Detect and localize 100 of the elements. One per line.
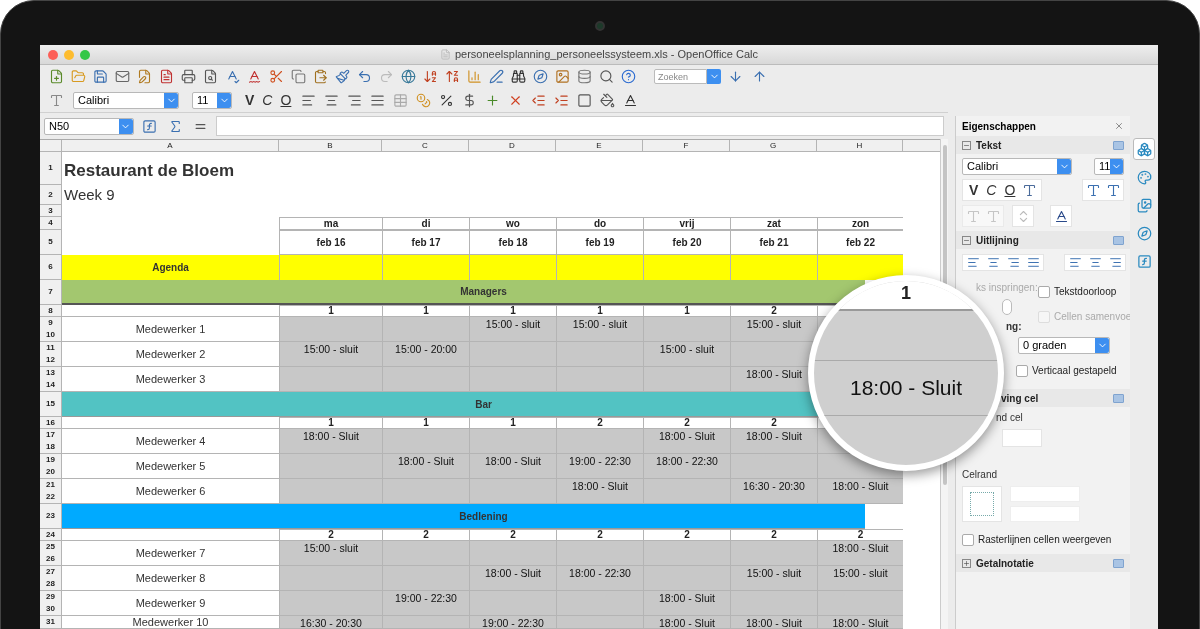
shift-cell: 18:00 - Sluit xyxy=(643,616,730,629)
rotation-select[interactable]: 0 graden xyxy=(1018,337,1110,354)
count-cell: 2 xyxy=(556,529,643,541)
day-cell: wo xyxy=(469,217,556,230)
count-cell: 2 xyxy=(643,529,730,541)
row-number: 26 xyxy=(45,553,56,565)
sidebar-title: Eigenschappen xyxy=(962,119,1037,134)
section-menu-icon[interactable] xyxy=(1113,235,1124,245)
shift-cell: 18:00 - Sluit xyxy=(556,479,643,504)
collapse-icon[interactable] xyxy=(962,235,971,245)
row-number: 1 xyxy=(47,162,54,174)
column-header[interactable]: D xyxy=(469,140,556,151)
row-number: 5 xyxy=(47,236,54,248)
column-header[interactable]: G xyxy=(730,140,817,151)
row-number: 28 xyxy=(45,578,56,590)
section-title: Uitlijning xyxy=(976,233,1020,248)
close-icon[interactable] xyxy=(48,49,58,60)
employee-name: Medewerker 10 xyxy=(62,616,279,629)
row-number: 29 xyxy=(45,591,56,603)
row-number: 31 xyxy=(45,616,56,628)
row-number: 22 xyxy=(45,491,56,503)
row-number: 16 xyxy=(45,417,56,429)
date-cell: feb 16 xyxy=(279,230,382,255)
row-number: 18 xyxy=(45,441,56,453)
shift-cell: 15:00 - sluit xyxy=(817,566,903,591)
column-header[interactable]: F xyxy=(643,140,730,151)
shift-cell: 18:00 - Sluit xyxy=(643,591,730,616)
shift-cell: 15:00 - sluit xyxy=(556,317,643,342)
column-header[interactable]: H xyxy=(817,140,903,151)
count-cell: 1 xyxy=(469,305,556,317)
sidebar-format-button[interactable]: C xyxy=(982,179,1001,201)
shift-cell: 15:00 - sluit xyxy=(469,317,556,342)
search-field[interactable]: Zoeken xyxy=(654,69,707,84)
count-cell: 2 xyxy=(643,417,730,429)
magnified-cell-text: 18:00 - Sluit xyxy=(849,375,963,402)
sheet-subtitle: Week 9 xyxy=(64,184,115,205)
day-cell: do xyxy=(556,217,643,230)
count-cell: 2 xyxy=(817,529,903,541)
checkbox[interactable] xyxy=(962,533,974,546)
row-number: 15 xyxy=(45,398,56,410)
row-number: 25 xyxy=(45,541,56,553)
background-color-select[interactable] xyxy=(1002,429,1042,447)
checkbox[interactable] xyxy=(1038,285,1050,298)
row-number: 8 xyxy=(47,305,54,317)
shift-cell: 15:00 - sluit xyxy=(279,342,382,367)
date-cell: feb 20 xyxy=(643,230,730,255)
cell-border-select[interactable] xyxy=(962,486,1002,522)
group-label: Bar xyxy=(475,397,492,412)
toolbar-format-button[interactable]: O xyxy=(276,89,296,111)
shift-cell: 19:00 - 22:30 xyxy=(556,454,643,479)
day-cell: di xyxy=(382,217,469,230)
shift-cell: 18:00 - 22:30 xyxy=(556,566,643,591)
document-icon xyxy=(439,49,451,60)
formula-input[interactable] xyxy=(216,116,944,136)
sidebar-format-button[interactable]: O xyxy=(1000,179,1020,201)
collapse-icon[interactable] xyxy=(962,140,971,150)
font-select[interactable]: Calibri xyxy=(73,91,179,109)
font-size-select[interactable]: 11 xyxy=(1094,158,1124,175)
toolbar-format-button[interactable]: C xyxy=(258,89,277,111)
shift-cell: 18:00 - Sluit xyxy=(382,454,469,479)
date-cell: feb 22 xyxy=(817,230,903,255)
sidebar-format-button[interactable]: V xyxy=(965,179,983,201)
row-number: 14 xyxy=(45,379,56,391)
close-icon[interactable] xyxy=(1114,121,1124,131)
column-header[interactable]: A xyxy=(62,140,279,151)
checkbox-label: Verticaal gestapeld xyxy=(1032,364,1117,378)
day-cell: zat xyxy=(730,217,817,230)
row-number: 23 xyxy=(45,510,56,522)
expand-icon[interactable] xyxy=(962,558,971,568)
column-header[interactable]: C xyxy=(382,140,469,151)
checkbox[interactable] xyxy=(1016,364,1028,377)
shift-cell: 15:00 - sluit xyxy=(643,342,730,367)
section-menu-icon[interactable] xyxy=(1113,393,1124,403)
date-cell: feb 17 xyxy=(382,230,469,255)
font-select[interactable]: Calibri xyxy=(962,158,1072,175)
zoom-icon[interactable] xyxy=(80,49,90,60)
column-header[interactable]: B xyxy=(279,140,382,151)
row-number: 11 xyxy=(45,342,56,354)
toolbar-format-button[interactable]: V xyxy=(241,89,259,111)
border-label: Celrand xyxy=(962,468,999,482)
checkbox-label: Rasterlijnen cellen weergeven xyxy=(978,533,1112,547)
section-menu-icon[interactable] xyxy=(1113,558,1124,568)
shift-cell: 15:00 - sluit xyxy=(279,541,382,566)
shift-cell: 16:30 - 20:30 xyxy=(279,616,382,629)
section-title: Tekst xyxy=(976,138,1003,153)
spinner-icon[interactable] xyxy=(1002,299,1012,315)
shift-cell: 18:00 - Sluit xyxy=(817,616,903,629)
row-number: 13 xyxy=(45,367,56,379)
properties-icon[interactable] xyxy=(1133,138,1155,160)
shift-cell: 18:00 - 22:30 xyxy=(643,454,730,479)
shift-cell: 18:00 - Sluit xyxy=(730,616,817,629)
column-header[interactable]: E xyxy=(556,140,643,151)
shift-cell: 18:00 - Sluit xyxy=(817,479,903,504)
shift-cell: 15:00 - sluit xyxy=(730,317,817,342)
orientation-label: ng: xyxy=(1005,320,1023,334)
shift-cell: 18:00 - Sluit xyxy=(279,429,382,454)
row-number: 19 xyxy=(45,454,56,466)
name-box[interactable]: N50 xyxy=(44,117,134,135)
section-menu-icon[interactable] xyxy=(1113,140,1124,150)
font-size-select[interactable]: 11 xyxy=(192,91,232,109)
